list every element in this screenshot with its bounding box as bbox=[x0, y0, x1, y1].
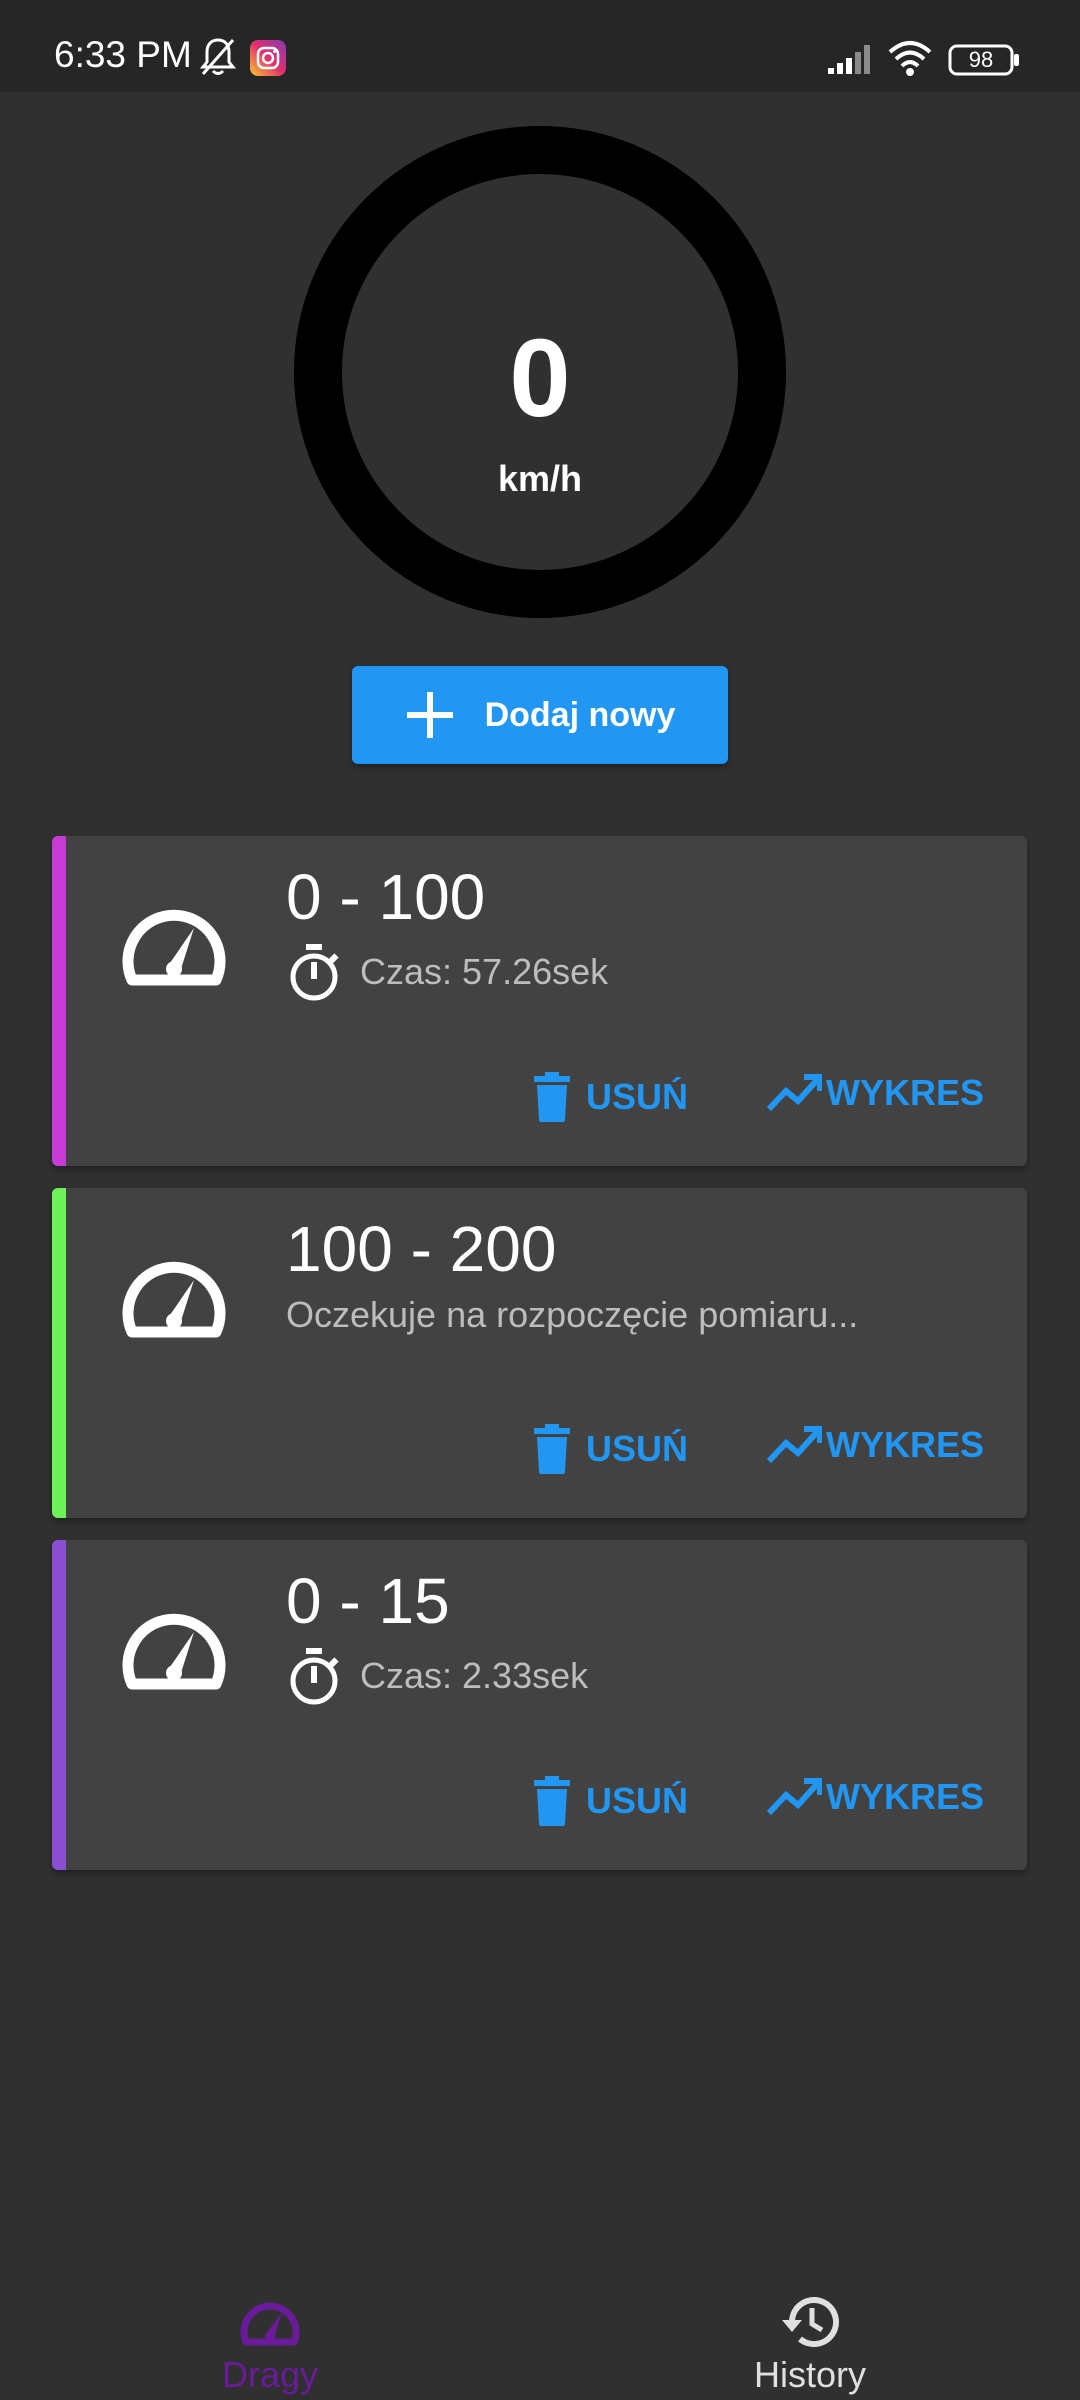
chart-label: WYKRES bbox=[826, 1776, 985, 1817]
speedometer-icon bbox=[122, 909, 226, 986]
trash-icon bbox=[534, 1424, 570, 1474]
trending-up-icon bbox=[766, 1074, 822, 1112]
trash-icon bbox=[534, 1072, 570, 1122]
battery-level: 98 bbox=[968, 47, 994, 72]
chart-button[interactable]: WYKRES bbox=[766, 1776, 984, 1818]
trending-up-icon bbox=[766, 1778, 822, 1816]
speedometer-icon bbox=[240, 2302, 300, 2346]
delete-label: USUŃ bbox=[586, 1076, 689, 1117]
nav-label-history: History bbox=[753, 2354, 866, 2395]
delete-button[interactable]: USUŃ bbox=[532, 1424, 688, 1474]
nav-item-dragy[interactable]: Dragy bbox=[0, 2230, 540, 2400]
status-bar: 6:33 PM 98 bbox=[0, 0, 1080, 92]
bottom-navigation: Dragy History bbox=[0, 2230, 1080, 2400]
chart-button[interactable]: WYKRES bbox=[766, 1072, 984, 1114]
bell-off-icon bbox=[199, 38, 237, 75]
speed-unit: km/h bbox=[497, 458, 583, 499]
battery-icon: 98 bbox=[948, 44, 1020, 76]
instagram-icon bbox=[250, 40, 286, 76]
nav-label-dragy: Dragy bbox=[221, 2354, 319, 2395]
card-subtitle: Oczekuje na rozpoczęcie pomiaru... bbox=[286, 1294, 858, 1336]
measurement-card[interactable]: 100 - 200 Oczekuje na rozpoczęcie pomiar… bbox=[52, 1188, 1027, 1518]
card-title: 0 - 100 bbox=[286, 861, 486, 933]
chart-label: WYKRES bbox=[826, 1424, 985, 1465]
speedometer-icon bbox=[122, 1261, 226, 1338]
delete-button[interactable]: USUŃ bbox=[532, 1776, 688, 1826]
signal-icon bbox=[828, 45, 870, 74]
nav-item-history[interactable]: History bbox=[540, 2230, 1080, 2400]
card-color-stripe bbox=[52, 1188, 66, 1518]
card-subtitle: Czas: 57.26sek bbox=[286, 942, 608, 1002]
trending-up-icon bbox=[766, 1426, 822, 1464]
speedometer-gauge: 0 km/h bbox=[294, 126, 786, 618]
add-new-label: Dodaj nowy bbox=[484, 695, 676, 734]
measurement-card[interactable]: 0 - 100 Czas: 57.26sek USUŃ WYKRES bbox=[52, 836, 1027, 1166]
delete-label: USUŃ bbox=[586, 1780, 689, 1821]
timer-icon bbox=[290, 1648, 339, 1705]
card-subtitle: Czas: 2.33sek bbox=[286, 1646, 588, 1706]
card-status-text: Oczekuje na rozpoczęcie pomiaru... bbox=[286, 1294, 859, 1335]
trash-icon bbox=[534, 1776, 570, 1826]
card-title: 0 - 15 bbox=[286, 1565, 450, 1637]
delete-button[interactable]: USUŃ bbox=[532, 1072, 688, 1122]
add-new-button[interactable]: Dodaj nowy bbox=[352, 666, 728, 764]
plus-icon bbox=[406, 692, 453, 738]
chart-label: WYKRES bbox=[826, 1072, 985, 1113]
history-icon bbox=[782, 2297, 839, 2348]
chart-button[interactable]: WYKRES bbox=[766, 1424, 984, 1466]
wifi-icon bbox=[888, 41, 932, 76]
timer-icon bbox=[290, 944, 339, 1001]
card-title: 100 - 200 bbox=[286, 1213, 557, 1285]
card-time-text: Czas: 57.26sek bbox=[360, 951, 609, 992]
delete-label: USUŃ bbox=[586, 1428, 689, 1469]
status-time: 6:33 PM bbox=[54, 34, 192, 75]
card-color-stripe bbox=[52, 836, 66, 1166]
card-color-stripe bbox=[52, 1540, 66, 1870]
measurement-card[interactable]: 0 - 15 Czas: 2.33sek USUŃ WYKRES bbox=[52, 1540, 1027, 1870]
card-time-text: Czas: 2.33sek bbox=[360, 1655, 589, 1696]
speed-value: 0 bbox=[509, 317, 571, 440]
speedometer-icon bbox=[122, 1613, 226, 1690]
